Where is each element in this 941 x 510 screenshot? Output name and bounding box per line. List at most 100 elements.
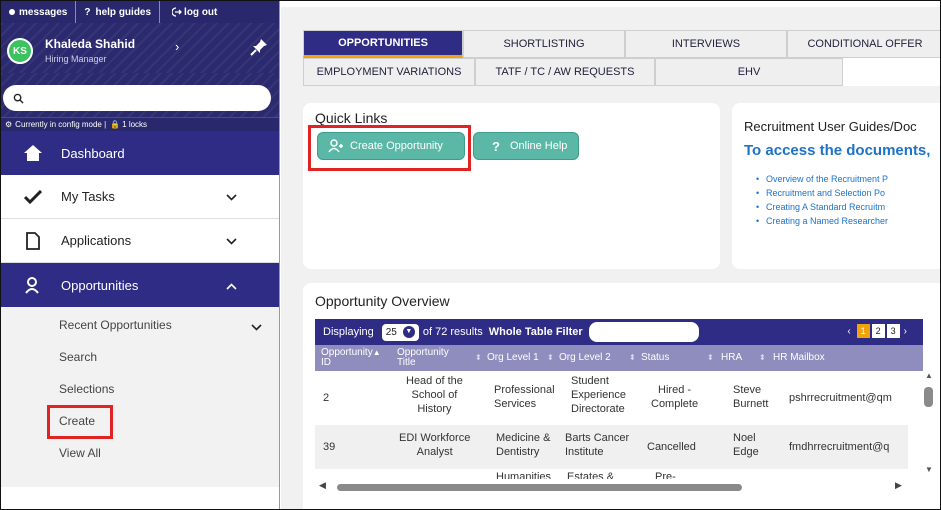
next-page-icon[interactable]: ›	[904, 326, 907, 337]
page-size-select[interactable]: 25 ▼	[381, 323, 419, 341]
scroll-left-icon[interactable]: ◀	[319, 480, 326, 491]
prev-page-icon[interactable]: ‹	[847, 326, 850, 337]
logout-icon	[172, 7, 182, 17]
guide-link[interactable]: Creating a Named Researcher	[756, 216, 888, 230]
col-status[interactable]: Status	[641, 353, 669, 363]
scroll-thumb[interactable]	[337, 484, 742, 491]
tab-tatf-requests[interactable]: TATF / TC / AW REQUESTS	[475, 58, 655, 86]
cell-title: EDI Workforce Analyst	[399, 431, 470, 459]
filter-label: Whole Table Filter	[488, 326, 583, 338]
overview-title: Opportunity Overview	[315, 293, 450, 309]
tab-conditional-offer[interactable]: CONDITIONAL OFFER	[787, 30, 940, 58]
cell-line: Dentistry	[496, 446, 540, 458]
cell-line: Burnett	[733, 398, 769, 410]
page-2[interactable]: 2	[871, 324, 885, 338]
sort-icon[interactable]: ⬍	[707, 353, 714, 362]
col-org-level-2[interactable]: Org Level 2	[559, 353, 611, 363]
guide-link[interactable]: Overview of the Recruitment P	[756, 174, 888, 188]
displaying-label: Displaying	[323, 326, 374, 338]
cell-line: Directorate	[571, 403, 625, 415]
message-dot-icon	[9, 9, 15, 15]
table-row[interactable]: 2 Head of the School of History Professi…	[315, 371, 908, 425]
top-utility-bar: messages ? help guides log out	[1, 1, 279, 23]
page-3[interactable]: 3	[886, 324, 900, 338]
sort-icon[interactable]: ⬍	[629, 353, 636, 362]
quick-links-card: Quick Links Create Opportunity ? Online …	[303, 103, 720, 269]
search-input[interactable]	[3, 85, 271, 111]
sidebar-item-opportunities[interactable]: Opportunities	[1, 263, 279, 307]
cell-line: Barts Cancer	[565, 432, 630, 444]
submenu-selections[interactable]: Selections	[59, 382, 114, 396]
col-org-level-1[interactable]: Org Level 1	[487, 353, 539, 363]
sidebar-item-dashboard[interactable]: Dashboard	[1, 131, 279, 175]
sort-asc-icon: ▲	[372, 348, 381, 357]
guides-title: Recruitment User Guides/Doc	[744, 119, 917, 134]
tab-ehv[interactable]: EHV	[655, 58, 843, 86]
cell-line: Hired -	[658, 384, 692, 396]
logout-link[interactable]: log out	[160, 1, 225, 23]
sidebar-item-label: Opportunities	[61, 277, 139, 293]
tab-employment-variations[interactable]: EMPLOYMENT VARIATIONS	[303, 58, 475, 86]
cell-org2: Student Experience Directorate	[571, 374, 626, 416]
chevron-down-icon[interactable]	[251, 320, 262, 334]
table-row[interactable]: 39 EDI Workforce Analyst Medicine & Dent…	[315, 425, 908, 469]
cell-line: Noel	[733, 432, 756, 444]
page-1[interactable]: 1	[856, 324, 870, 338]
cell-line: Professional	[494, 384, 555, 396]
pin-icon[interactable]	[249, 37, 269, 57]
cell-org2: Estates &	[567, 471, 615, 479]
scroll-right-icon[interactable]: ▶	[895, 480, 902, 491]
search-icon	[13, 93, 24, 104]
chevron-down-icon[interactable]	[226, 189, 237, 204]
cell-status: Cancelled	[647, 441, 696, 453]
cell-status: Hired - Complete	[651, 383, 698, 411]
help-guides-link[interactable]: ? help guides	[76, 1, 161, 23]
tab-shortlisting[interactable]: SHORTLISTING	[463, 30, 625, 58]
locks-count: 1 locks	[122, 120, 148, 129]
col-hra[interactable]: HRA	[721, 353, 742, 363]
col-opportunity-id[interactable]: Opportunity▲ ID	[321, 348, 381, 368]
col-label: ID	[321, 357, 331, 368]
tab-interviews[interactable]: INTERVIEWS	[625, 30, 787, 58]
sidebar-item-my-tasks[interactable]: My Tasks	[1, 175, 279, 219]
user-name: Khaleda Shahid	[45, 37, 136, 51]
messages-link[interactable]: messages	[1, 1, 77, 23]
tab-opportunities[interactable]: OPPORTUNITIES	[303, 30, 463, 58]
sort-icon[interactable]: ⬍	[759, 353, 766, 362]
col-hr-mailbox[interactable]: HR Mailbox	[773, 353, 825, 363]
online-help-button[interactable]: ? Online Help	[473, 132, 579, 160]
cell-mailbox: fmdhrrecruitment@q	[789, 441, 890, 453]
sidebar-item-label: My Tasks	[61, 189, 115, 204]
user-panel[interactable]: KS Khaleda Shahid Hiring Manager ›	[1, 23, 279, 73]
lock-icon: 🔒	[110, 120, 121, 129]
opportunities-submenu: Recent Opportunities Search Selections C…	[1, 307, 279, 487]
scroll-thumb[interactable]	[924, 387, 933, 407]
sidebar: messages ? help guides log out KS Khaled…	[1, 1, 280, 509]
chevron-right-icon[interactable]: ›	[175, 39, 179, 54]
submenu-search[interactable]: Search	[59, 350, 97, 364]
chevron-down-icon[interactable]	[226, 233, 237, 248]
chevron-down-icon: ▼	[402, 326, 415, 338]
chevron-up-icon[interactable]	[226, 278, 237, 293]
guide-link[interactable]: Recruitment and Selection Po	[756, 188, 888, 202]
config-mode-bar: ⚙ Currently in config mode | 🔒 1 locks	[1, 117, 279, 131]
cell-org1: Medicine & Dentistry	[496, 431, 550, 459]
scroll-up-icon[interactable]: ▲	[925, 371, 933, 380]
submenu-recent-opportunities[interactable]: Recent Opportunities	[59, 318, 172, 332]
col-opportunity-title[interactable]: Opportunity Title	[397, 348, 449, 368]
table-row[interactable]: Humanities Estates & Pre-	[315, 469, 908, 479]
scroll-down-icon[interactable]: ▼	[925, 465, 933, 474]
horizontal-scrollbar[interactable]: ◀ ▶	[315, 479, 923, 493]
guide-link[interactable]: Creating A Standard Recruitm	[756, 202, 888, 216]
col-label: Title	[397, 357, 416, 368]
sidebar-item-applications[interactable]: Applications	[1, 219, 279, 263]
sort-icon[interactable]: ⬍	[475, 353, 482, 362]
cell-line: Head of the	[406, 375, 463, 387]
submenu-view-all[interactable]: View All	[59, 446, 101, 460]
pagination: ‹ 1 2 3 ›	[843, 324, 911, 338]
vertical-scrollbar[interactable]: ▲ ▼	[923, 371, 935, 479]
sidebar-item-label: Dashboard	[61, 145, 125, 161]
sort-icon[interactable]: ⬍	[547, 353, 554, 362]
table-filter-input[interactable]	[588, 322, 699, 342]
cell-hra: Noel Edge	[733, 431, 759, 459]
